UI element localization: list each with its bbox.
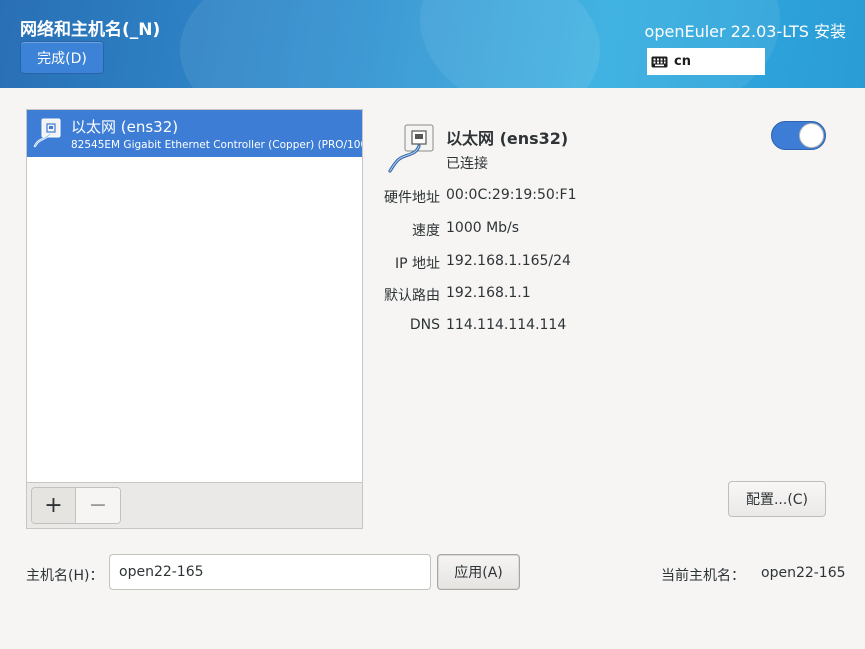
configure-button[interactable]: 配置...(C) <box>728 481 826 517</box>
default-route-label: 默认路由 <box>384 288 440 304</box>
hardware-address-value: 00:0C:29:19:50:F1 <box>446 187 577 203</box>
device-enable-switch[interactable] <box>771 121 826 150</box>
keyboard-layout-label: cn <box>674 54 691 69</box>
apply-button[interactable]: 应用(A) <box>437 554 520 590</box>
ip-address-label: IP 地址 <box>394 256 440 272</box>
page-title: 网络和主机名(_N) <box>20 20 161 40</box>
hardware-address-label: 硬件地址 <box>384 190 440 206</box>
speed-value: 1000 Mb/s <box>446 220 520 236</box>
default-route-value: 192.168.1.1 <box>446 285 531 301</box>
switch-knob <box>799 123 824 148</box>
connection-status: 已连接 <box>446 156 488 172</box>
device-list-item-ens32[interactable]: 以太网 (ens32) 82545EM Gigabit Ethernet Con… <box>27 110 362 157</box>
done-button[interactable]: 完成(D) <box>20 41 104 74</box>
add-remove-group: + − <box>31 487 121 524</box>
ethernet-icon <box>388 124 434 173</box>
dns-value: 114.114.114.114 <box>446 317 567 333</box>
product-title: openEuler 22.03-LTS 安装 <box>644 22 846 41</box>
device-list-toolbar: + − <box>27 482 362 528</box>
ip-address-value: 192.168.1.165/24 <box>446 253 571 269</box>
keyboard-layout-indicator[interactable]: cn <box>647 48 765 75</box>
remove-device-button[interactable]: − <box>76 488 120 523</box>
keyboard-icon <box>651 56 668 67</box>
current-hostname-value: open22-165 <box>761 565 846 581</box>
dns-label: DNS <box>409 317 440 333</box>
device-description: 82545EM Gigabit Ethernet Controller (Cop… <box>71 139 362 151</box>
header-bar: 网络和主机名(_N) 完成(D) openEuler 22.03-LTS 安装 … <box>0 0 865 88</box>
hostname-input[interactable] <box>109 554 431 590</box>
speed-label: 速度 <box>412 223 440 239</box>
device-list-panel: 以太网 (ens32) 82545EM Gigabit Ethernet Con… <box>26 109 363 529</box>
ethernet-icon <box>33 118 61 148</box>
current-hostname-label: 当前主机名： <box>661 568 745 584</box>
hostname-label: 主机名(H)： <box>26 568 104 584</box>
detail-device-name: 以太网 (ens32) <box>446 129 569 148</box>
device-name: 以太网 (ens32) <box>71 118 179 136</box>
add-device-button[interactable]: + <box>32 488 77 523</box>
